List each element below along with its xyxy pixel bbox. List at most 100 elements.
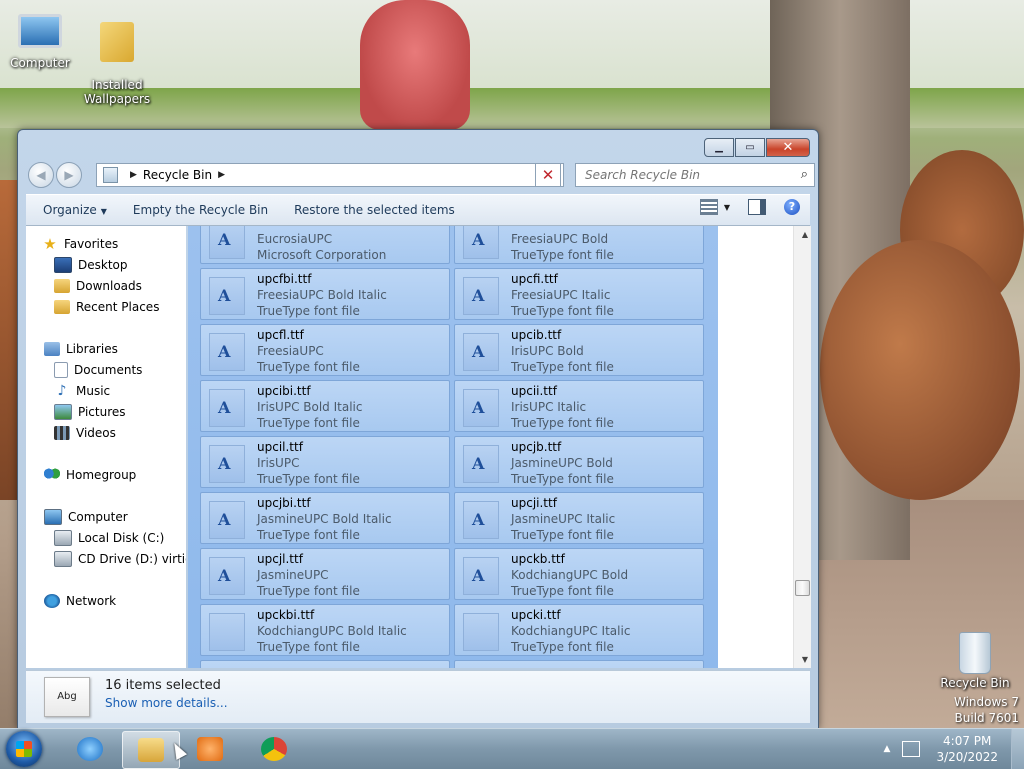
file-tile[interactable]: Aupcjb.ttf JasmineUPC Bold TrueType font f… xyxy=(454,436,704,488)
taskbar-internet-explorer[interactable] xyxy=(62,731,118,767)
start-button[interactable] xyxy=(6,731,42,767)
file-description: KodchiangUPC Bold xyxy=(511,568,629,582)
file-tile[interactable]: Aupcii.ttf IrisUPC Italic TrueType font fi… xyxy=(454,380,704,432)
breadcrumb-arrow-icon[interactable]: ▶ xyxy=(218,170,225,180)
nav-item-network[interactable]: Network xyxy=(44,591,116,611)
nav-item-documents[interactable]: Documents xyxy=(54,360,142,380)
restore-selected-button[interactable]: Restore the selected items xyxy=(285,199,464,221)
file-name: upcji.ttf xyxy=(511,496,557,510)
show-hidden-icons-icon[interactable]: ▲ xyxy=(884,744,891,754)
search-input[interactable] xyxy=(583,167,787,183)
desktop-icon-recycle-bin[interactable]: Recycle Bin xyxy=(935,632,1015,690)
file-tile[interactable]: Aupcjbi.ttf JasmineUPC Bold Italic TrueTyp… xyxy=(200,492,450,544)
nav-item-recent-places[interactable]: Recent Places xyxy=(54,297,159,317)
nav-item-computer[interactable]: Computer xyxy=(44,507,128,527)
address-bar[interactable]: ▶ Recycle Bin ▶ ▼ xyxy=(96,163,564,187)
nav-label: Desktop xyxy=(78,258,128,272)
breadcrumb-recycle-bin[interactable]: Recycle Bin xyxy=(143,168,212,182)
breadcrumb-arrow-icon[interactable]: ▶ xyxy=(130,170,137,180)
file-type: TrueType font file xyxy=(257,304,360,318)
show-more-details-link[interactable]: Show more details... xyxy=(105,696,228,710)
file-description: FreesiaUPC xyxy=(257,344,324,358)
file-name: upcibi.ttf xyxy=(257,384,311,398)
clock[interactable]: 4:07 PM 3/20/2022 xyxy=(936,733,998,765)
file-description: IrisUPC Bold Italic xyxy=(257,400,363,414)
file-type: Microsoft Corporation xyxy=(257,248,387,262)
close-icon: ✕ xyxy=(782,140,794,155)
taskbar-chrome[interactable] xyxy=(246,731,302,767)
file-tile[interactable]: Aupckb.ttf KodchiangUPC Bold TrueType font… xyxy=(454,548,704,600)
nav-item-pictures[interactable]: Pictures xyxy=(54,402,126,422)
nav-item-local-disk[interactable]: Local Disk (C:) xyxy=(54,528,164,548)
hard-disk-icon xyxy=(54,530,72,546)
chevron-down-icon[interactable]: ▼ xyxy=(724,203,730,212)
maximize-button[interactable]: ▭ xyxy=(735,138,765,157)
nav-item-favorites[interactable]: ★ Favorites xyxy=(42,234,118,254)
search-box[interactable]: ⌕ xyxy=(575,163,815,187)
file-type: TrueType font file xyxy=(257,528,360,542)
nav-label: Network xyxy=(66,594,117,608)
nav-item-downloads[interactable]: Downloads xyxy=(54,276,142,296)
change-view-icon[interactable] xyxy=(699,199,718,215)
action-center-icon[interactable] xyxy=(902,741,921,757)
file-tile[interactable]: upcki.ttf KodchiangUPC Italic TrueType fon… xyxy=(454,604,704,656)
file-tile[interactable]: Aupcjl.ttf JasmineUPC TrueType font file xyxy=(200,548,450,600)
show-desktop-button[interactable] xyxy=(1011,729,1024,769)
minimize-button[interactable]: ▁ xyxy=(704,138,734,157)
file-tile[interactable]: Aupcil.ttf IrisUPC TrueType font file xyxy=(200,436,450,488)
file-name: upcki.ttf xyxy=(511,608,561,622)
downloads-folder-icon xyxy=(54,279,70,293)
back-button[interactable]: ◀ xyxy=(28,162,54,188)
empty-recycle-bin-button[interactable]: Empty the Recycle Bin xyxy=(124,199,277,221)
file-type: TrueType font file xyxy=(257,360,360,374)
file-tile[interactable]: A FreesiaUPC Bold TrueType font file xyxy=(454,226,704,264)
file-description: KodchiangUPC Bold Italic xyxy=(257,624,407,638)
organize-button[interactable]: Organize ▼ xyxy=(34,199,116,221)
network-globe-icon xyxy=(44,594,60,608)
preview-pane-icon[interactable] xyxy=(748,199,766,215)
file-tile[interactable]: Aupcji.ttf JasmineUPC Italic TrueType font… xyxy=(454,492,704,544)
file-tile[interactable] xyxy=(454,660,704,668)
nav-item-libraries[interactable]: Libraries xyxy=(44,339,118,359)
scroll-down-icon[interactable]: ▼ xyxy=(802,655,808,664)
search-icon[interactable]: ⌕ xyxy=(801,167,808,182)
nav-item-desktop[interactable]: Desktop xyxy=(54,255,128,275)
file-tile[interactable]: Aupcib.ttf IrisUPC Bold TrueType font file xyxy=(454,324,704,376)
file-description: KodchiangUPC Italic xyxy=(511,624,631,638)
taskbar-media-player[interactable] xyxy=(182,731,238,767)
file-tile[interactable]: Aupcfbi.ttf FreesiaUPC Bold Italic TrueTyp… xyxy=(200,268,450,320)
scroll-up-icon[interactable]: ▲ xyxy=(802,230,808,239)
red-x-icon: ✕ xyxy=(541,166,555,184)
file-tile[interactable]: Aupcfl.ttf FreesiaUPC TrueType font file xyxy=(200,324,450,376)
maximize-icon: ▭ xyxy=(745,142,755,153)
file-list[interactable]: A EucrosiaUPC Microsoft Corporation A Freesi… xyxy=(188,226,729,668)
vertical-scrollbar[interactable]: ▲ ▼ xyxy=(793,226,811,668)
scrollbar-thumb[interactable] xyxy=(795,580,810,596)
computer-icon xyxy=(18,14,62,48)
system-tray: ▲ 4:07 PM 3/20/2022 xyxy=(884,733,1014,765)
nav-item-homegroup[interactable]: Homegroup xyxy=(44,465,136,485)
file-type: TrueType font file xyxy=(511,528,614,542)
nav-label: Pictures xyxy=(78,405,126,419)
nav-item-videos[interactable]: Videos xyxy=(54,423,116,443)
nav-item-music[interactable]: ♪ Music xyxy=(54,381,111,401)
desktop-icon-computer[interactable]: Computer xyxy=(0,8,80,70)
file-tile[interactable]: upckbi.ttf KodchiangUPC Bold Italic TrueTy… xyxy=(200,604,450,656)
documents-icon xyxy=(54,362,68,378)
desktop-icon-installed-wallpapers[interactable]: Installed Wallpapers xyxy=(77,8,157,106)
close-button[interactable]: ✕ xyxy=(766,138,810,157)
file-tile[interactable]: Aupcibi.ttf IrisUPC Bold Italic TrueType f… xyxy=(200,380,450,432)
file-tile[interactable]: A EucrosiaUPC Microsoft Corporation xyxy=(200,226,450,264)
nav-label: Downloads xyxy=(76,279,142,293)
file-tile[interactable] xyxy=(200,660,450,668)
file-tile[interactable]: Aupcfi.ttf FreesiaUPC Italic TrueType font… xyxy=(454,268,704,320)
branding-line: Build 7601 xyxy=(954,711,1019,725)
file-name: upcfl.ttf xyxy=(257,328,304,342)
help-icon[interactable]: ? xyxy=(784,199,800,215)
nav-item-cd-drive[interactable]: CD Drive (D:) virtio-w xyxy=(54,549,186,569)
navigation-pane: ★ Favorites Desktop Downloads Recent Plac… xyxy=(26,226,186,668)
address-stop-button[interactable]: ✕ xyxy=(535,163,561,187)
font-file-icon: A xyxy=(463,333,499,371)
navigation-bar: ◀ ▶ ▶ Recycle Bin ▶ ▼ ✕ ⌕ xyxy=(26,162,815,188)
forward-button[interactable]: ▶ xyxy=(56,162,82,188)
